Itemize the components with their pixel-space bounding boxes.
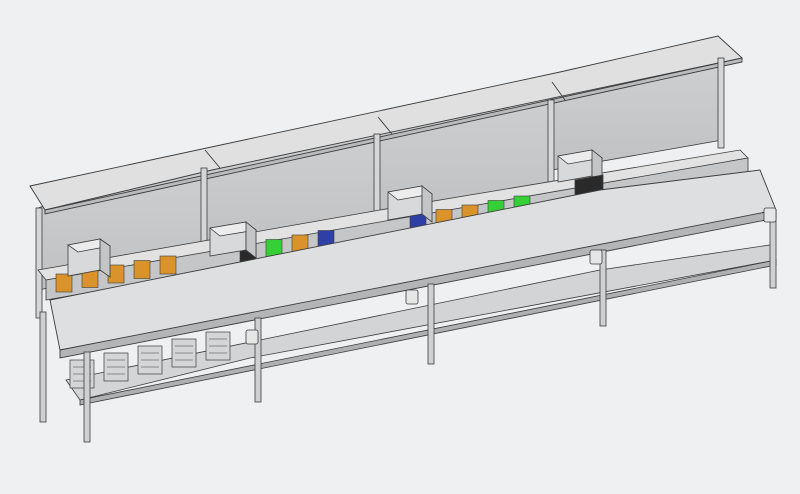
- cad-viewport[interactable]: [0, 0, 800, 494]
- drawer-unit: [103, 352, 129, 382]
- shelf-bin: [55, 273, 73, 293]
- workbench-assembly-drawing: [29, 35, 777, 443]
- shelf-bin: [133, 260, 151, 279]
- drawer-unit: [69, 359, 95, 389]
- shelf-bin: [159, 255, 177, 275]
- tool-box-1: [66, 238, 112, 278]
- drawer-unit: [137, 345, 163, 375]
- drawer-unit: [205, 331, 231, 361]
- drawer-unit: [171, 338, 197, 368]
